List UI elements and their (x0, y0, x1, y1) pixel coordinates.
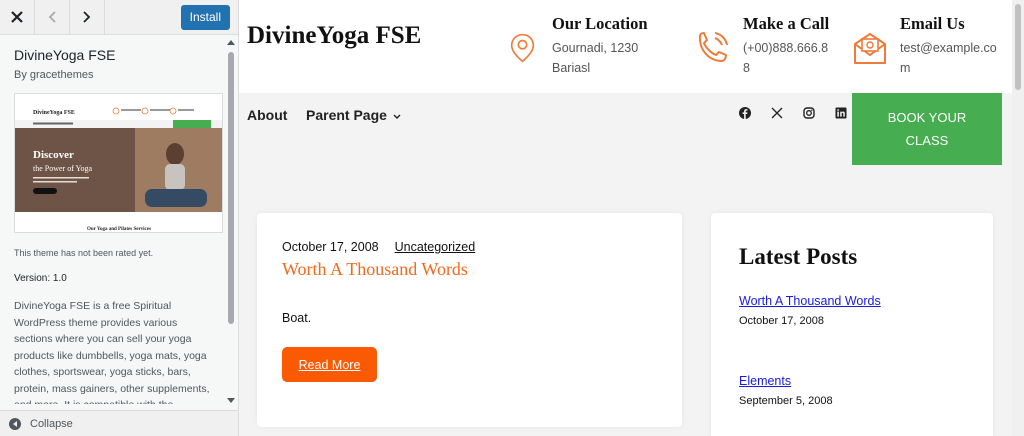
linkedin-icon[interactable] (835, 107, 847, 119)
site-header: DivineYoga FSE Our Location Gournadi, 12… (239, 0, 1012, 93)
call-title: Make a Call (743, 14, 830, 33)
post-title-link[interactable]: Worth A Thousand Words (282, 259, 468, 280)
post-card: October 17, 2008 Uncategorized Worth A T… (257, 213, 682, 427)
panel-scroll-thumb[interactable] (228, 52, 234, 324)
collapse-label: Collapse (30, 417, 73, 430)
theme-screenshot: DivineYoga FSE Discover the Power of Yog… (14, 93, 223, 233)
main-navigation: About Parent Page BOOK YOUR CLASS (239, 93, 1012, 165)
location-line-1: Gournadi, 1230 (552, 41, 639, 55)
location-title: Our Location (552, 14, 648, 33)
latest-post-link[interactable]: Worth A Thousand Words (739, 294, 881, 308)
email-title: Email Us (900, 14, 965, 33)
email-block: Email Us test@example.co m (852, 14, 997, 78)
post-category-link[interactable]: Uncategorized (395, 240, 476, 254)
book-label-line-1: BOOK YOUR (887, 110, 967, 125)
location-pin-icon (510, 33, 535, 63)
thumb-hero-line2: the Power of Yoga (33, 164, 93, 173)
site-preview: DivineYoga FSE Our Location Gournadi, 12… (239, 0, 1024, 436)
rating-text: This theme has not been rated yet. (14, 248, 154, 258)
x-icon[interactable] (771, 107, 783, 119)
nav-item-parent-page[interactable]: Parent Page (306, 107, 401, 123)
latest-post-date: October 17, 2008 (739, 315, 825, 327)
customizer-panel: Install DivineYoga FSE By gracethemes Di… (0, 0, 239, 436)
version-text: Version: 1.0 (14, 273, 67, 284)
preview-scroll-thumb[interactable] (1015, 4, 1021, 90)
latest-post-date: September 5, 2008 (739, 395, 833, 407)
facebook-icon[interactable] (739, 107, 751, 119)
chevron-right-icon[interactable] (70, 0, 105, 35)
chevron-left-icon[interactable] (35, 0, 70, 35)
email-line-2: m (900, 61, 911, 75)
theme-screenshot-image: DivineYoga FSE Discover the Power of Yog… (15, 94, 222, 232)
thumb-site-title: DivineYoga FSE (33, 110, 75, 116)
theme-description: DivineYoga FSE is a free Spiritual WordP… (14, 300, 210, 404)
panel-scrollbar[interactable] (227, 38, 235, 403)
theme-author: By gracethemes (14, 69, 94, 81)
panel-toolbar: Install (0, 0, 238, 35)
latest-posts-widget: Latest Posts Worth A Thousand Words Octo… (711, 213, 993, 436)
site-title[interactable]: DivineYoga FSE (247, 22, 421, 50)
email-line-1: test@example.co (900, 41, 997, 55)
instagram-icon[interactable] (803, 107, 815, 119)
theme-name: DivineYoga FSE (14, 47, 116, 63)
post-date: October 17, 2008 (282, 240, 379, 254)
book-class-button[interactable]: BOOK YOUR CLASS (852, 93, 1002, 165)
call-line-2: 8 (743, 61, 750, 75)
phone-icon (698, 32, 728, 62)
post-excerpt: Boat. (282, 311, 312, 325)
preview-scrollbar[interactable] (1012, 0, 1024, 436)
latest-post-link[interactable]: Elements (739, 374, 791, 388)
location-line-2: Bariasl (552, 61, 591, 75)
location-block: Our Location Gournadi, 1230 Bariasl (510, 14, 648, 78)
email-icon (854, 33, 886, 64)
latest-posts-title: Latest Posts (739, 244, 858, 269)
scroll-down-icon[interactable] (227, 398, 235, 403)
nav-item-parent-label: Parent Page (306, 107, 387, 123)
post-meta: October 17, 2008 Uncategorized (282, 240, 475, 254)
call-line-1: (+00)888.666.8 (743, 41, 829, 55)
install-button[interactable]: Install (180, 4, 230, 30)
nav-item-about[interactable]: About (247, 107, 287, 123)
thumb-hero-line1: Discover (33, 149, 74, 161)
close-icon[interactable] (0, 0, 35, 35)
collapse-icon (9, 417, 21, 430)
theme-details: DivineYoga FSE By gracethemes DivineYoga… (0, 36, 226, 404)
thumb-section-title: Our Yoga and Pilates Services (87, 227, 151, 232)
collapse-button[interactable]: Collapse (0, 410, 238, 436)
scroll-up-icon[interactable] (227, 40, 235, 45)
book-label-line-2: CLASS (905, 133, 949, 148)
call-block: Make a Call (+00)888.666.8 8 (695, 14, 829, 78)
read-more-button[interactable]: Read More (282, 347, 377, 382)
chevron-down-icon (393, 114, 401, 119)
